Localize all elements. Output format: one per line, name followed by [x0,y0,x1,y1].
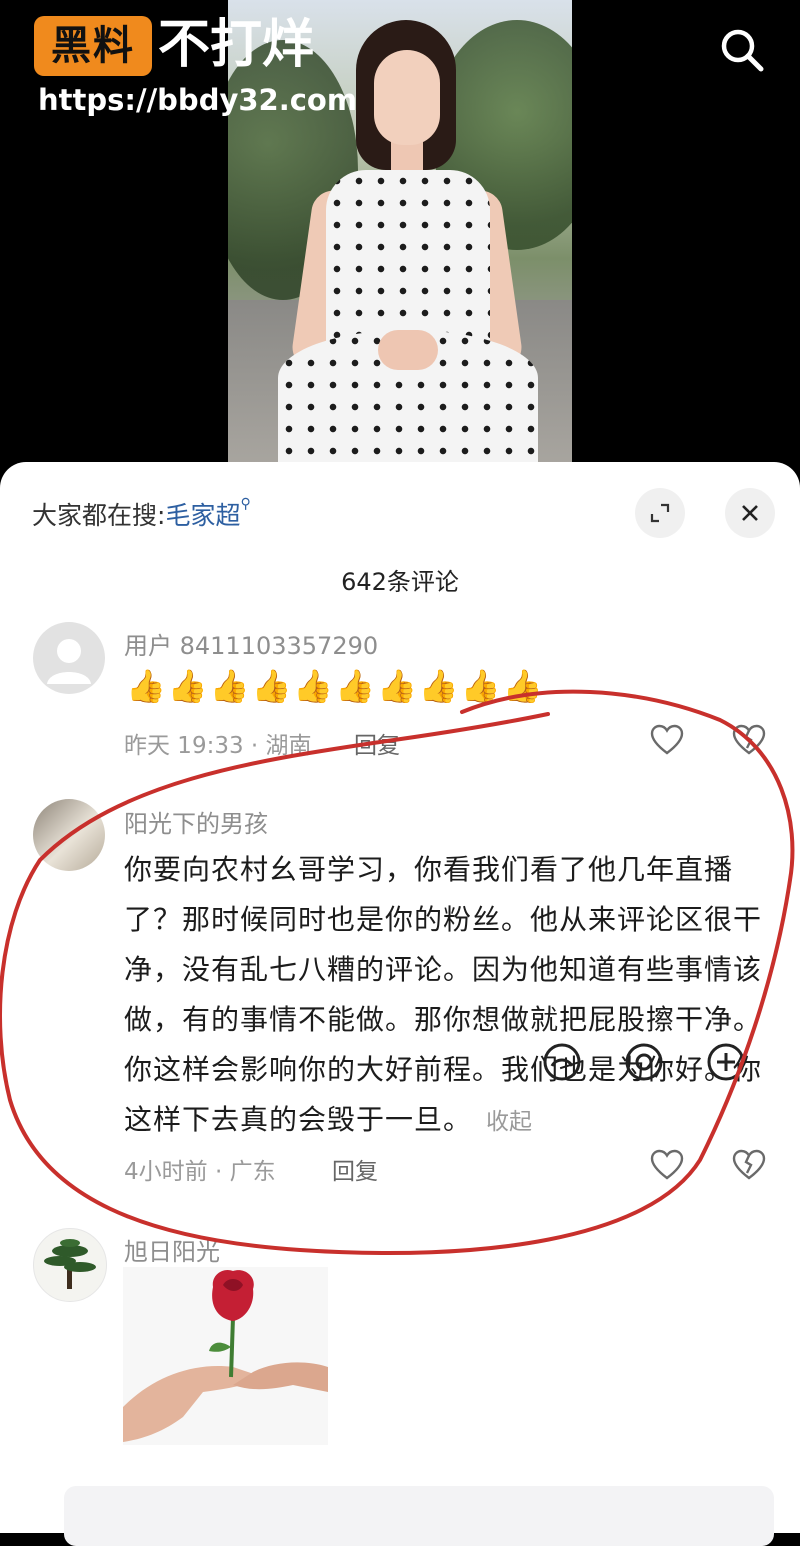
avatar[interactable] [33,799,105,871]
comment-sheet: 大家都在搜:毛家超⚲ 642条评论 用户 8411103357290 👍👍👍👍👍… [0,462,800,1546]
expand-button[interactable] [635,488,685,538]
person-face [374,50,440,145]
trending-label: 大家都在搜: [32,501,166,530]
comment-input-bar[interactable] [64,1486,774,1546]
comment-meta: 昨天 19:33 · 湖南 [124,733,312,759]
dislike-broken-heart-icon[interactable] [732,724,766,756]
avatar[interactable] [33,622,105,694]
add-plus-icon[interactable] [704,1040,748,1084]
comment-emoji-text: 👍👍👍👍👍👍👍👍👍👍 [126,667,545,705]
watermark-url: https://bbdy32.com [38,83,358,117]
dislike-broken-heart-icon[interactable] [732,1149,766,1181]
mention-icon[interactable] [622,1040,666,1084]
close-icon [742,505,758,521]
comment-meta: 4小时前 · 广东 [124,1159,276,1185]
person-hands [378,330,438,370]
like-heart-icon[interactable] [650,1149,684,1181]
pine-tree-icon [44,1239,96,1289]
search-button[interactable] [716,24,768,76]
rose-sticker-image [123,1267,328,1445]
watermark-title: 不打烊 [158,15,315,75]
trending-search[interactable]: 大家都在搜:毛家超⚲ [32,496,251,532]
video-player[interactable]: 黑料 不打烊 https://bbdy32.com [0,0,800,470]
close-button[interactable] [725,488,775,538]
search-small-icon: ⚲ [240,496,251,512]
comment-body: 你要向农村幺哥学习，你看我们看了他几年直播了？那时候同时也是你的粉丝。他从来评论… [124,853,763,1136]
comment-username[interactable]: 用户 8411103357290 [124,626,378,661]
search-icon [721,29,764,72]
comment-text: 你要向农村幺哥学习，你看我们看了他几年直播了？那时候同时也是你的粉丝。他从来评论… [124,845,764,1147]
emoji-face-icon[interactable] [540,1040,584,1084]
default-user-icon [47,639,91,684]
trending-keyword[interactable]: 毛家超 [165,501,240,530]
expand-icon [650,503,670,523]
comment-count: 642条评论 [341,568,459,596]
reply-button[interactable]: 回复 [332,1152,378,1186]
reply-button[interactable]: 回复 [354,726,400,760]
comment-username[interactable]: 旭日阳光 [124,1232,220,1267]
comment-username[interactable]: 阳光下的男孩 [124,804,268,839]
watermark-badge: 黑料 [34,16,152,76]
collapse-button[interactable]: 收起 [486,1109,532,1135]
avatar[interactable] [33,1228,107,1302]
like-heart-icon[interactable] [650,724,684,756]
